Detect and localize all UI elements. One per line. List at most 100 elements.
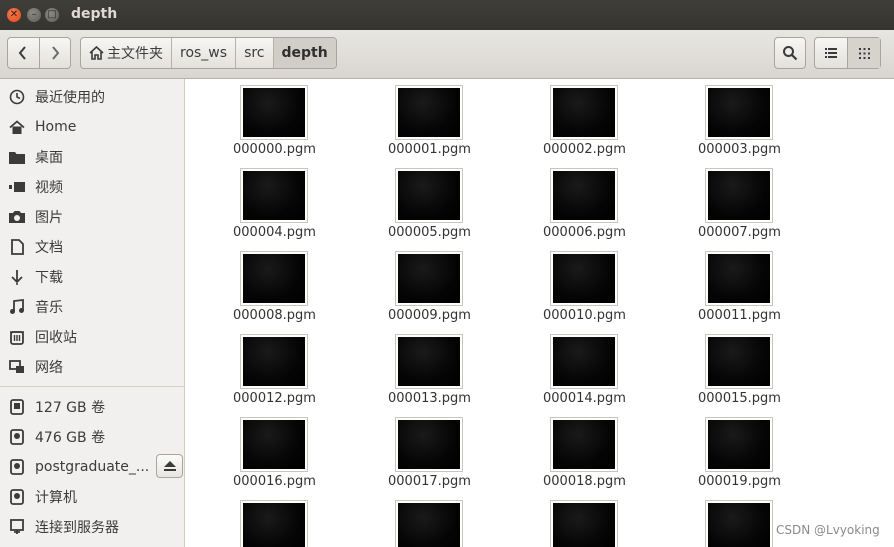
file-thumbnail (550, 417, 618, 472)
file-name: 000011.pgm (698, 308, 781, 323)
grid-view-icon (858, 47, 870, 59)
sidebar-item-label: 音乐 (35, 300, 63, 316)
file-thumbnail (240, 85, 308, 140)
sidebar-item-videos[interactable]: 视频 (0, 172, 185, 202)
window-titlebar: ✕ – □ depth (0, 0, 894, 30)
file-item[interactable]: 000005.pgm (359, 162, 479, 242)
breadcrumb-ros-ws[interactable]: ros_ws (172, 38, 237, 68)
drive-icon (8, 488, 26, 506)
sidebar-item-home[interactable]: Home (0, 112, 185, 142)
list-view-button[interactable] (815, 38, 847, 68)
home-icon (89, 46, 104, 60)
file-thumbnail (395, 334, 463, 389)
close-window-button[interactable]: ✕ (7, 8, 21, 22)
camera-icon (8, 208, 26, 226)
sidebar-item-music[interactable]: 音乐 (0, 292, 185, 322)
chevron-left-icon (18, 46, 27, 60)
minimize-window-button[interactable]: – (27, 8, 41, 22)
search-button[interactable] (774, 37, 806, 69)
file-item[interactable]: 000001.pgm (359, 79, 479, 159)
list-view-icon (825, 48, 837, 58)
file-name: 000007.pgm (698, 225, 781, 240)
file-item[interactable]: 000006.pgm (514, 162, 634, 242)
file-item[interactable]: 000003.pgm (669, 79, 789, 159)
music-icon (8, 298, 26, 316)
file-thumbnail (705, 500, 773, 547)
sidebar-item-connect-server[interactable]: 连接到服务器 (0, 512, 185, 542)
file-item[interactable]: 000016.pgm (204, 411, 324, 491)
file-name: 000015.pgm (698, 391, 781, 406)
file-item[interactable]: 000010.pgm (514, 245, 634, 325)
file-item[interactable] (514, 494, 634, 547)
sidebar-item-label: 桌面 (35, 150, 63, 166)
file-thumbnail (395, 251, 463, 306)
grid-view-button[interactable] (847, 38, 880, 68)
history-nav (7, 37, 71, 69)
server-icon (8, 518, 26, 536)
sidebar-item-label: 网络 (35, 360, 63, 376)
download-icon (8, 268, 26, 286)
file-item[interactable]: 000007.pgm (669, 162, 789, 242)
maximize-window-button[interactable]: □ (45, 8, 59, 22)
file-thumbnail (395, 417, 463, 472)
file-item[interactable]: 000017.pgm (359, 411, 479, 491)
sidebar-item-downloads[interactable]: 下载 (0, 262, 185, 292)
file-item[interactable]: 000008.pgm (204, 245, 324, 325)
file-thumbnail (240, 251, 308, 306)
watermark-text: CSDN @Lvyoking (776, 523, 880, 537)
clock-icon (8, 88, 26, 106)
file-item[interactable] (359, 494, 479, 547)
sidebar-item-computer[interactable]: 计算机 (0, 482, 185, 512)
folder-icon (8, 148, 26, 166)
file-item[interactable]: 000014.pgm (514, 328, 634, 408)
sidebar-item-postgraduate[interactable]: postgraduate_... (0, 452, 150, 482)
drive-icon (8, 398, 26, 416)
file-item[interactable] (204, 494, 324, 547)
file-thumbnail (395, 85, 463, 140)
file-thumbnail (550, 168, 618, 223)
file-item[interactable]: 000004.pgm (204, 162, 324, 242)
sidebar-item-label: 127 GB 卷 (35, 400, 106, 416)
sidebar-item-volume-127gb[interactable]: 127 GB 卷 (0, 392, 185, 422)
file-name: 000019.pgm (698, 474, 781, 489)
sidebar-item-label: 最近使用的 (35, 90, 105, 106)
search-icon (783, 46, 798, 61)
sidebar-item-label: 下载 (35, 270, 63, 286)
file-thumbnail (550, 251, 618, 306)
file-name: 000003.pgm (698, 142, 781, 157)
file-item[interactable]: 000009.pgm (359, 245, 479, 325)
file-item[interactable] (669, 494, 789, 547)
drive-icon (8, 428, 26, 446)
sidebar-item-label: 计算机 (35, 490, 77, 506)
trash-icon (8, 328, 26, 346)
view-mode-group (814, 37, 881, 69)
eject-button[interactable] (156, 454, 183, 478)
sidebar-item-network[interactable]: 网络 (0, 352, 185, 382)
file-item[interactable]: 000000.pgm (204, 79, 324, 159)
breadcrumb: 主文件夹 ros_ws src depth (80, 37, 337, 69)
back-button[interactable] (8, 38, 39, 68)
sidebar-item-desktop[interactable]: 桌面 (0, 142, 185, 172)
sidebar-item-trash[interactable]: 回收站 (0, 322, 185, 352)
file-item[interactable]: 000015.pgm (669, 328, 789, 408)
drive-icon (8, 458, 26, 476)
breadcrumb-depth[interactable]: depth (273, 38, 336, 68)
file-item[interactable]: 000019.pgm (669, 411, 789, 491)
file-thumbnail (240, 417, 308, 472)
file-grid: 000000.pgm 000001.pgm 000002.pgm 000003.… (186, 79, 894, 547)
forward-button[interactable] (38, 38, 71, 68)
file-thumbnail (550, 85, 618, 140)
sidebar-item-recent[interactable]: 最近使用的 (0, 82, 185, 112)
sidebar-item-documents[interactable]: 文档 (0, 232, 185, 262)
file-thumbnail (705, 417, 773, 472)
sidebar-divider (0, 386, 185, 387)
sidebar-item-pictures[interactable]: 图片 (0, 202, 185, 232)
file-item[interactable]: 000011.pgm (669, 245, 789, 325)
file-item[interactable]: 000018.pgm (514, 411, 634, 491)
file-item[interactable]: 000012.pgm (204, 328, 324, 408)
breadcrumb-src[interactable]: src (236, 38, 274, 68)
sidebar-item-volume-476gb[interactable]: 476 GB 卷 (0, 422, 185, 452)
breadcrumb-home[interactable]: 主文件夹 (81, 38, 172, 68)
file-item[interactable]: 000002.pgm (514, 79, 634, 159)
file-item[interactable]: 000013.pgm (359, 328, 479, 408)
